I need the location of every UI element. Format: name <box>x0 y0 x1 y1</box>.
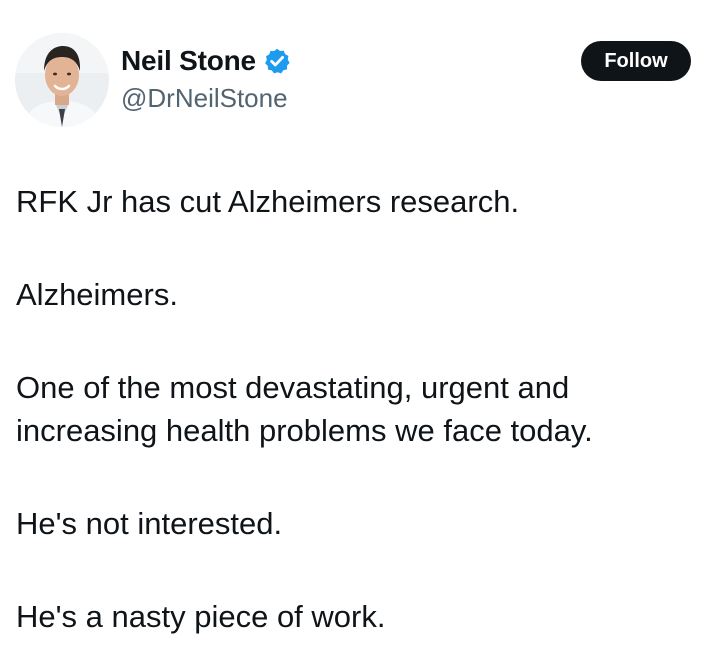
tweet-line: increasing health problems we face today… <box>16 413 593 448</box>
verified-badge-icon[interactable] <box>263 47 291 75</box>
tweet-paragraph: He's a nasty piece of work. <box>16 599 386 634</box>
tweet-card: Neil Stone @DrNeilStone Follow RFK Jr ha… <box>0 0 720 661</box>
tweet-line: One of the most devastating, urgent and <box>16 370 570 405</box>
avatar-photo <box>15 33 109 127</box>
follow-button[interactable]: Follow <box>581 41 691 81</box>
author-name-row: Neil Stone <box>121 44 291 78</box>
tweet-paragraph: RFK Jr has cut Alzheimers research. <box>16 184 520 219</box>
tweet-paragraph: He's not interested. <box>16 506 283 541</box>
author-handle[interactable]: @DrNeilStone <box>121 83 288 114</box>
avatar[interactable] <box>15 33 109 127</box>
display-name[interactable]: Neil Stone <box>121 45 256 77</box>
tweet-text: RFK Jr has cut Alzheimers research. Alzh… <box>16 180 706 638</box>
tweet-paragraph: Alzheimers. <box>16 277 178 312</box>
